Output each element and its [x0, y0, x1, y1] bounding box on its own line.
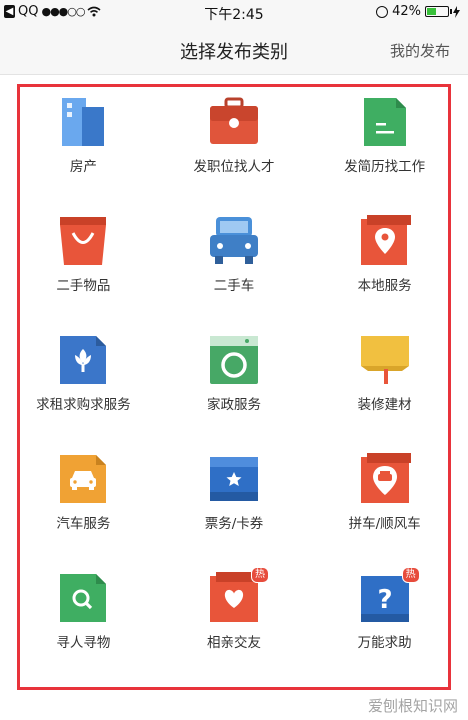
category-label: 汽车服务	[56, 516, 111, 532]
location-pin-icon	[358, 214, 412, 268]
category-label: 寻人寻物	[56, 635, 111, 651]
category-auto-service[interactable]: 汽车服务	[8, 447, 159, 566]
hot-badge: 热	[250, 567, 269, 583]
category-label: 发简历找工作	[344, 159, 426, 175]
category-label: 相亲交友	[206, 635, 261, 651]
category-local-service[interactable]: 本地服务	[309, 209, 460, 328]
charging-bolt-icon	[453, 5, 460, 18]
category-tickets-coupons[interactable]: 票务/卡券	[159, 447, 310, 566]
question-icon: ? 热	[358, 567, 420, 625]
category-renovation[interactable]: 装修建材	[309, 328, 460, 447]
category-general-help[interactable]: ? 热 万能求助	[309, 566, 460, 685]
category-label: 拼车/顺风车	[348, 516, 421, 532]
category-real-estate[interactable]: 房产	[8, 90, 159, 209]
building-icon	[56, 95, 110, 149]
briefcase-icon	[207, 95, 261, 149]
category-housekeeping[interactable]: 家政服务	[159, 328, 310, 447]
paint-roller-icon	[358, 333, 412, 387]
battery-icon	[425, 6, 452, 17]
carpool-pin-icon	[358, 452, 412, 506]
category-label: 二手车	[213, 278, 255, 294]
category-label: 家政服务	[206, 397, 261, 413]
category-label: 发职位找人才	[193, 159, 275, 175]
battery-percent: 42%	[392, 4, 421, 19]
heart-chat-icon: 热	[207, 567, 269, 625]
category-label: 房产	[69, 159, 97, 175]
category-lost-and-found[interactable]: 寻人寻物	[8, 566, 159, 685]
resume-document-icon	[358, 95, 412, 149]
category-rent-buy-service[interactable]: 求租求购求服务	[8, 328, 159, 447]
watermark: 爱刨根知识网	[367, 697, 458, 715]
ticket-star-icon	[207, 452, 261, 506]
rotation-lock-icon	[376, 5, 389, 18]
category-second-hand-goods[interactable]: 二手物品	[8, 209, 159, 328]
navigation-bar: 选择发布类别 我的发布	[0, 26, 468, 75]
category-label: 票务/卡券	[204, 516, 264, 532]
category-label: 二手物品	[56, 278, 111, 294]
svg-text:?: ?	[377, 585, 392, 615]
category-grid: 房产 发职位找人才 发简历找工作 二手物品 二手车 本地服务 求租求购求服务 家…	[8, 90, 460, 685]
car-document-icon	[56, 452, 110, 506]
category-label: 求租求购求服务	[36, 397, 131, 413]
my-posts-link[interactable]: 我的发布	[390, 40, 450, 61]
category-post-job[interactable]: 发职位找人才	[159, 90, 310, 209]
category-label: 装修建材	[357, 397, 412, 413]
category-label: 万能求助	[357, 635, 412, 651]
flower-document-icon	[56, 333, 110, 387]
category-label: 本地服务	[357, 278, 412, 294]
category-used-car[interactable]: 二手车	[159, 209, 310, 328]
status-right: 42%	[376, 4, 460, 19]
car-icon	[207, 214, 261, 268]
shopping-bag-icon	[56, 214, 110, 268]
washing-machine-icon	[207, 333, 261, 387]
search-document-icon	[56, 571, 110, 625]
category-carpool[interactable]: 拼车/顺风车	[309, 447, 460, 566]
status-bar: ◀ QQ ●●●○○ 下午2:45 42%	[0, 0, 468, 26]
category-post-resume[interactable]: 发简历找工作	[309, 90, 460, 209]
hot-badge: 热	[401, 567, 420, 583]
category-dating[interactable]: 热 相亲交友	[159, 566, 310, 685]
